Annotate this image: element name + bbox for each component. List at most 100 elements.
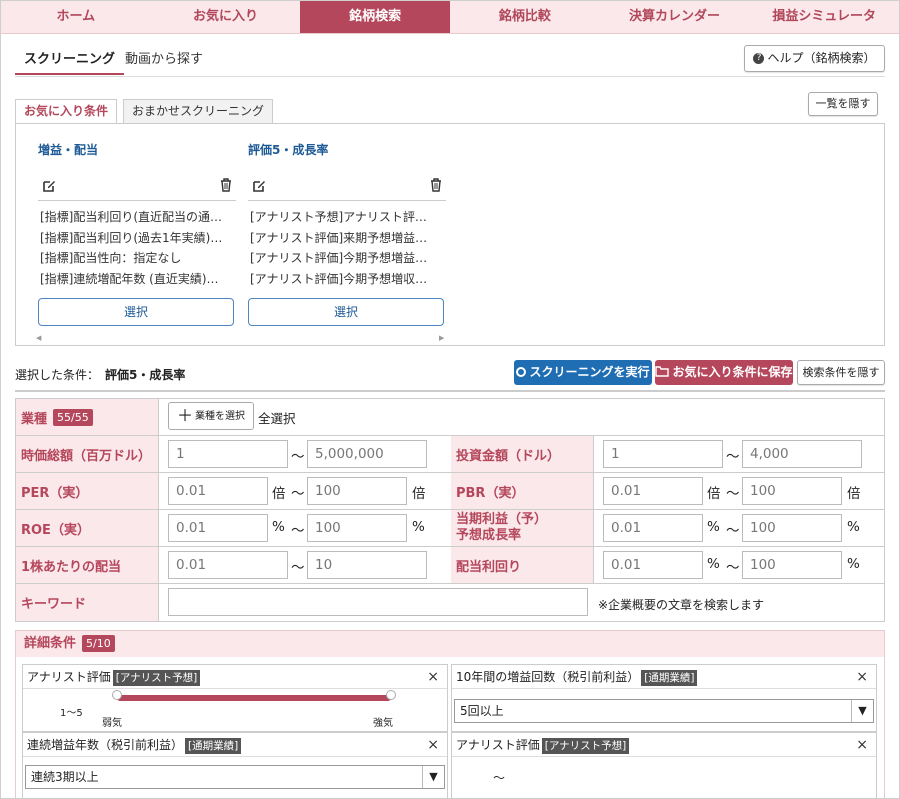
mcap-to-input[interactable]: 5,000,000	[307, 440, 427, 468]
nav-favorites[interactable]: お気に入り	[151, 1, 301, 33]
slider-max-handle[interactable]	[386, 690, 396, 700]
close-icon[interactable]: ×	[856, 733, 868, 757]
help-button[interactable]: ? ヘルプ（銘柄検索）	[744, 45, 885, 72]
nav-stock-compare[interactable]: 銘柄比較	[450, 1, 600, 33]
invest-to-input[interactable]: 4,000	[742, 440, 862, 468]
yield-unit: %	[707, 556, 720, 572]
roe-from-input[interactable]: 0.01	[168, 514, 268, 542]
slider-min-handle[interactable]	[112, 690, 122, 700]
tilde: ～	[726, 486, 740, 502]
cell-divider	[158, 473, 159, 509]
mcap-from-input[interactable]: 1	[168, 440, 288, 468]
divider	[38, 200, 236, 201]
tab-omakase-screening[interactable]: おまかせスクリーニング	[123, 99, 274, 123]
cell-divider	[593, 510, 594, 546]
tilde: ～	[291, 486, 305, 502]
select-all-link[interactable]: 全選択	[258, 408, 296, 427]
tab-video-search[interactable]: 動画から探す	[125, 44, 203, 75]
list-item: [指標]配当性向：指定なし	[40, 251, 182, 265]
edit-icon[interactable]	[252, 179, 266, 197]
cell-divider	[593, 547, 594, 583]
trash-icon[interactable]	[430, 178, 442, 196]
close-icon[interactable]: ×	[856, 665, 868, 689]
condition-list: [指標]配当利回り(直近配当の通… [指標]配当利回り(過去1年実績)… [指標…	[40, 207, 234, 289]
hide-conditions-button[interactable]: 検索条件を隠す	[797, 360, 885, 385]
chevron-down-icon: ▼	[422, 766, 444, 788]
slider-high-label: 強気	[373, 718, 393, 729]
divider	[248, 200, 446, 201]
box-header: アナリスト評価 [アナリスト予想]	[23, 665, 447, 689]
pbr-from-input[interactable]: 0.01	[603, 477, 703, 505]
growth-label: 当期利益（予） 予想成長率	[451, 510, 593, 546]
box-title: 10年間の増益回数（税引前利益）	[456, 670, 640, 684]
nav-pl-simulator[interactable]: 損益シミュレータ	[749, 1, 899, 33]
keyword-input[interactable]	[168, 588, 588, 616]
nav-home[interactable]: ホーム	[1, 1, 151, 33]
select-industry-label: 業種を選択	[195, 411, 245, 422]
close-icon[interactable]: ×	[427, 665, 439, 689]
analyst-rating-box-2: アナリスト評価 [アナリスト予想] ×	[451, 732, 877, 799]
invest-label: 投資金額（ドル）	[451, 436, 593, 472]
scroll-left-icon[interactable]: ◀	[36, 334, 41, 342]
selected-condition: 選択した条件： 評価5・成長率	[15, 366, 185, 383]
growth-from-input[interactable]: 0.01	[603, 514, 703, 542]
roe-unit: %	[412, 519, 425, 535]
edit-icon[interactable]	[42, 179, 56, 197]
tilde: ～	[291, 523, 305, 539]
selected-value: 評価5・成長率	[105, 368, 186, 382]
hide-list-button[interactable]: 一覧を隠す	[808, 92, 878, 116]
tilde: ～	[291, 449, 305, 465]
divider	[15, 390, 885, 392]
invest-from-input[interactable]: 1	[603, 440, 723, 468]
per-to-input[interactable]: 100	[307, 477, 407, 505]
box-tag: [アナリスト予想]	[541, 738, 630, 754]
select-button[interactable]: 選択	[248, 298, 444, 326]
list-item: [指標]配当利回り(過去1年実績)…	[40, 230, 223, 245]
save-favorite-button[interactable]: お気に入り条件に保存	[655, 360, 793, 385]
detail-count-badge: 5/10	[82, 635, 115, 652]
growth-unit: %	[707, 519, 720, 535]
box-tag: [通期業績]	[185, 738, 242, 754]
tilde: ～	[291, 560, 305, 576]
tab-favorite-conditions[interactable]: お気に入り条件	[15, 99, 118, 124]
cell-divider	[158, 547, 159, 583]
run-screening-button[interactable]: スクリーニングを実行	[514, 360, 652, 385]
pbr-to-input[interactable]: 100	[742, 477, 842, 505]
per-from-input[interactable]: 0.01	[168, 477, 268, 505]
top-nav: ホーム お気に入り 銘柄検索 銘柄比較 決算カレンダー 損益シミュレータ	[1, 1, 899, 34]
roe-to-input[interactable]: 100	[307, 514, 407, 542]
pbr-unit: 倍	[847, 486, 861, 502]
dps-label: 1株あたりの配当	[16, 547, 158, 583]
profit-count-select[interactable]: 5回以上 ▼	[454, 699, 874, 723]
growth-to-input[interactable]: 100	[742, 514, 842, 542]
yield-to-input[interactable]: 100	[742, 551, 842, 579]
consecutive-growth-select[interactable]: 連続3期以上 ▼	[25, 765, 445, 789]
list-item: [アナリスト評価]今期予想増収…	[250, 271, 428, 286]
industry-label: 業種 55/55	[16, 399, 158, 435]
tab-screening[interactable]: スクリーニング	[15, 44, 125, 75]
select-industry-button[interactable]: ＋業種を選択	[168, 402, 254, 430]
scroll-right-icon[interactable]: ▶	[439, 334, 444, 342]
detail-title: 詳細条件	[24, 636, 77, 651]
close-icon[interactable]: ×	[427, 733, 439, 757]
pbr-unit: 倍	[707, 486, 721, 502]
cell-divider	[158, 584, 159, 621]
select-button[interactable]: 選択	[38, 298, 234, 326]
list-item: [アナリスト予想]アナリスト評…	[250, 210, 427, 224]
yield-unit: %	[847, 556, 860, 572]
yield-label: 配当利回り	[451, 547, 593, 583]
dps-to-input[interactable]: 10	[307, 551, 427, 579]
rating-slider-track[interactable]	[117, 695, 391, 701]
nav-stock-search[interactable]: 銘柄検索	[300, 1, 451, 33]
nav-earnings-calendar[interactable]: 決算カレンダー	[600, 1, 750, 33]
search-icon	[516, 367, 527, 377]
tilde: ～	[726, 523, 740, 539]
cell-divider	[158, 399, 159, 435]
card-title: 評価5・成長率	[248, 143, 329, 157]
dps-from-input[interactable]: 0.01	[168, 551, 288, 579]
trash-icon[interactable]	[220, 178, 232, 196]
box-tag: [アナリスト予想]	[112, 670, 201, 686]
per-unit: 倍	[412, 486, 426, 502]
cell-divider	[593, 473, 594, 509]
yield-from-input[interactable]: 0.01	[603, 551, 703, 579]
